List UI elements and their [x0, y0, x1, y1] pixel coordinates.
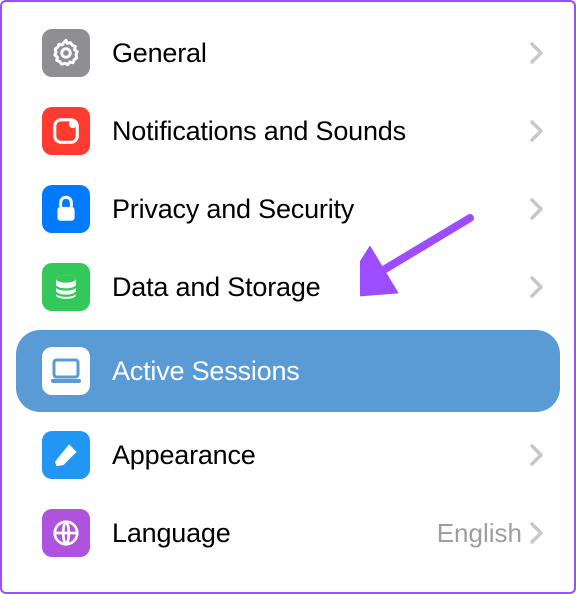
settings-item-label: Active Sessions	[112, 356, 544, 387]
settings-item-label: Appearance	[112, 440, 530, 471]
settings-item-general[interactable]: General	[2, 14, 574, 92]
settings-item-label: Language	[112, 518, 437, 549]
chevron-right-icon	[530, 42, 544, 64]
settings-panel: General Notifications and Sounds Privacy…	[0, 0, 576, 594]
settings-item-label: Data and Storage	[112, 272, 530, 303]
bell-icon	[42, 107, 90, 155]
settings-item-privacy[interactable]: Privacy and Security	[2, 170, 574, 248]
chevron-right-icon	[530, 444, 544, 466]
settings-item-notifications[interactable]: Notifications and Sounds	[2, 92, 574, 170]
gear-icon	[42, 29, 90, 77]
laptop-icon	[42, 347, 90, 395]
chevron-right-icon	[530, 198, 544, 220]
globe-icon	[42, 509, 90, 557]
chevron-right-icon	[530, 276, 544, 298]
chevron-right-icon	[530, 522, 544, 544]
lock-icon	[42, 185, 90, 233]
settings-item-label: Privacy and Security	[112, 194, 530, 225]
settings-item-label: General	[112, 38, 530, 69]
settings-item-value: English	[437, 518, 522, 549]
settings-item-appearance[interactable]: Appearance	[2, 416, 574, 494]
settings-item-data[interactable]: Data and Storage	[2, 248, 574, 326]
brush-icon	[42, 431, 90, 479]
chevron-right-icon	[530, 120, 544, 142]
database-icon	[42, 263, 90, 311]
settings-item-label: Notifications and Sounds	[112, 116, 530, 147]
settings-item-sessions[interactable]: Active Sessions	[16, 330, 560, 412]
settings-item-language[interactable]: Language English	[2, 494, 574, 572]
